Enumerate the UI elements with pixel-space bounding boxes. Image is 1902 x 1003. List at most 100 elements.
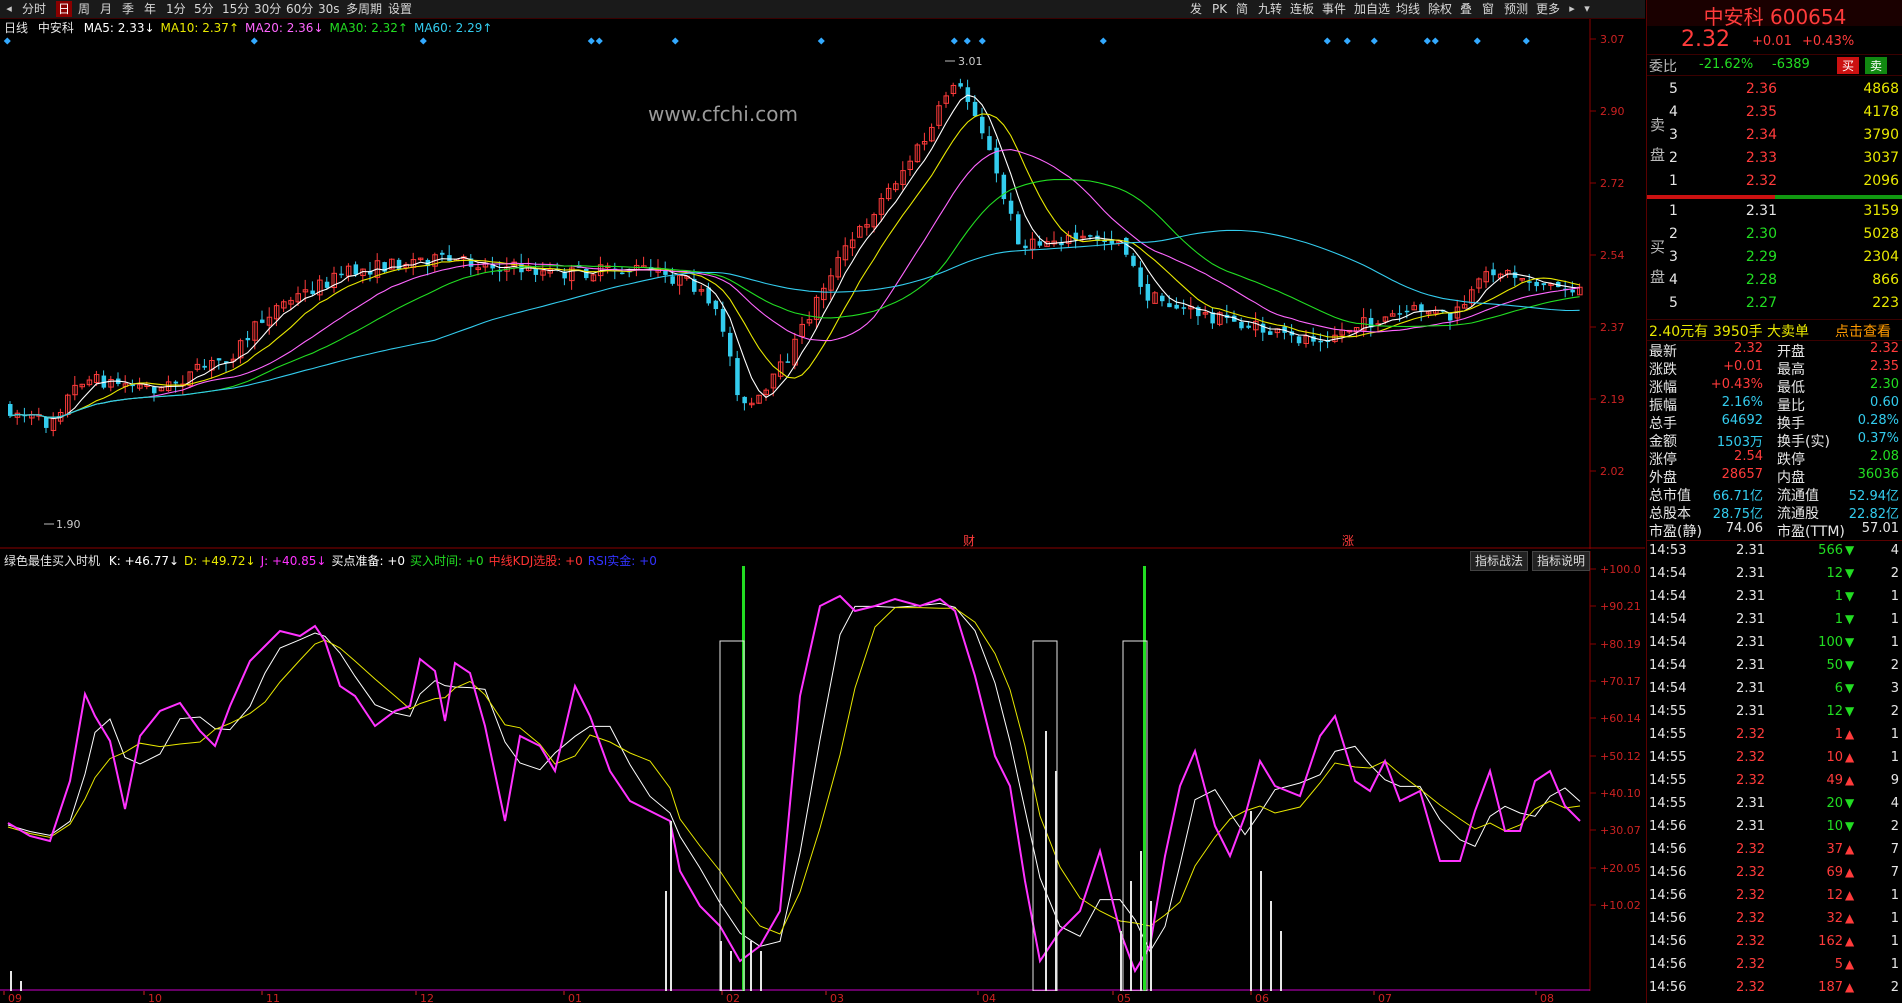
tick-count: 1 [1890, 911, 1899, 926]
stat-value: 2.32 [1870, 341, 1899, 356]
up-arrow-icon: ▲ [1845, 773, 1855, 787]
tool-tab-2[interactable]: 简 [1236, 1, 1248, 17]
candle-body [1008, 200, 1014, 214]
ma-line-4 [9, 229, 1580, 418]
nav-back-icon[interactable]: ◂ [2, 2, 16, 16]
stat-value: 0.60 [1870, 395, 1899, 410]
stat-label: 金额 [1649, 434, 1677, 450]
prep-bar [1260, 871, 1262, 991]
kline-chart[interactable]: 3.07 2.90 2.72 2.54 2.37 2.19 2.02 3.01 1.90 财 涨 日… [0, 19, 1645, 549]
tick-volume: 50 [1826, 658, 1843, 673]
stat-value: 2.30 [1870, 377, 1899, 392]
candle-body [1088, 235, 1093, 237]
candle-body [152, 386, 157, 394]
sell-button[interactable]: 卖 [1865, 57, 1887, 74]
period-tab-1[interactable]: 日 [56, 1, 73, 17]
period-tab-12[interactable]: 多周期 [346, 1, 382, 17]
tick-time: 14:54 [1649, 681, 1687, 696]
tool-tab-5[interactable]: 事件 [1322, 1, 1346, 17]
candle-body [173, 381, 179, 384]
tool-tab-10[interactable]: 窗 [1482, 1, 1494, 17]
nav-forward-icon[interactable]: ▸ [1565, 2, 1579, 16]
period-tab-6[interactable]: 1分 [166, 1, 186, 17]
sell-side-char1: 卖 [1650, 116, 1666, 134]
period-tab-4[interactable]: 季 [122, 1, 134, 17]
stat-label: 换手 [1777, 416, 1805, 432]
stat-label: 流通股 [1777, 506, 1819, 522]
bid-volume: 223 [1872, 295, 1899, 311]
period-tab-5[interactable]: 年 [144, 1, 156, 17]
stat-value: 2.08 [1870, 449, 1899, 464]
period-tab-11[interactable]: 30s [318, 1, 340, 17]
candle-body [785, 361, 791, 363]
candle-body [1181, 307, 1187, 309]
tool-tab-4[interactable]: 连板 [1290, 1, 1314, 17]
quote-header: 中安科 600654 [1647, 0, 1902, 29]
indicator-tactic-button[interactable]: 指标战法 [1470, 551, 1529, 571]
tick-time: 14:54 [1649, 589, 1687, 604]
tool-tab-3[interactable]: 九转 [1258, 1, 1282, 17]
up-arrow-icon: ▲ [1845, 980, 1855, 994]
indicator-value-5: 中线KDJ选股: +0 [488, 554, 583, 568]
tick-count: 2 [1890, 980, 1899, 995]
indicator-svg[interactable]: +100.0 +90.21 +80.19 +70.17 +60.14 +50.12 +40.… [0, 551, 1645, 992]
tick-time: 14:56 [1649, 957, 1687, 972]
big-order-link[interactable]: 点击查看 [1835, 321, 1891, 341]
period-tab-0[interactable]: 分时 [22, 1, 46, 17]
tick-price: 2.32 [1736, 888, 1765, 903]
tick-volume: 100 [1818, 635, 1843, 650]
down-arrow-icon: ▼ [1845, 819, 1855, 833]
signal-marker [978, 37, 986, 45]
tool-tab-8[interactable]: 除权 [1428, 1, 1452, 17]
period-tab-2[interactable]: 周 [78, 1, 90, 17]
x-tick-label: 07 [1378, 992, 1392, 1003]
indicator-chart[interactable]: +100.0 +90.21 +80.19 +70.17 +60.14 +50.12 +40.… [0, 551, 1645, 992]
period-tab-8[interactable]: 15分 [222, 1, 249, 17]
buy-button[interactable]: 买 [1837, 57, 1859, 74]
period-tab-13[interactable]: 设置 [388, 1, 412, 17]
y-tick-label: 2.02 [1600, 465, 1625, 478]
down-arrow-icon: ▼ [1845, 589, 1855, 603]
low-price-label: 1.90 [56, 518, 81, 531]
dropdown-icon[interactable]: ▾ [1580, 2, 1594, 16]
ma-arrow-1: ↑ [228, 21, 240, 35]
signal-marker [817, 37, 825, 45]
tool-tab-12[interactable]: 更多 [1536, 1, 1560, 17]
candle-body [8, 404, 13, 416]
y-tick-label: 2.54 [1600, 249, 1625, 262]
tick-price: 2.31 [1736, 589, 1765, 604]
indicator-values: K: +46.77↓ D: +49.72↓ J: +40.85↓ 买点准备: +0 买入… [104, 554, 657, 568]
tick-count: 1 [1890, 589, 1899, 604]
x-tick-label: 05 [1117, 992, 1131, 1003]
tool-tab-1[interactable]: PK [1212, 1, 1227, 17]
down-arrow-icon: ▼ [1845, 704, 1855, 718]
indicator-help-button[interactable]: 指标说明 [1532, 551, 1591, 571]
kline-svg[interactable]: 3.07 2.90 2.72 2.54 2.37 2.19 2.02 3.01 1.90 财 涨 [0, 19, 1645, 549]
stat-value: 2.35 [1870, 359, 1899, 374]
tick-price: 2.31 [1736, 635, 1765, 650]
tool-tab-7[interactable]: 均线 [1396, 1, 1420, 17]
bid-level: 4 [1669, 272, 1678, 288]
period-tab-7[interactable]: 5分 [194, 1, 214, 17]
tool-tab-11[interactable]: 预测 [1504, 1, 1528, 17]
period-tab-10[interactable]: 60分 [286, 1, 313, 17]
tick-count: 1 [1890, 957, 1899, 972]
candle-body [1138, 267, 1143, 287]
candle-body [440, 252, 445, 255]
big-order-hands: 3950手 [1713, 324, 1763, 340]
period-tab-9[interactable]: 30分 [254, 1, 281, 17]
tool-tab-6[interactable]: 加自选 [1354, 1, 1390, 17]
period-tab-3[interactable]: 月 [100, 1, 112, 17]
tool-tab-9[interactable]: 叠 [1460, 1, 1472, 17]
tool-tab-0[interactable]: 发 [1190, 1, 1202, 17]
signal-marker [1473, 37, 1481, 45]
ask-level: 4 [1669, 104, 1678, 120]
down-arrow-icon: ▼ [1845, 658, 1855, 672]
up-arrow-icon: ▲ [1845, 911, 1855, 925]
ind-y-tick-label: +90.21 [1600, 600, 1641, 613]
candle-body [1268, 331, 1273, 335]
candle-body [713, 300, 719, 310]
candle-body [958, 83, 963, 87]
buy-signal-bar [1143, 566, 1146, 991]
candle-body [620, 272, 625, 275]
